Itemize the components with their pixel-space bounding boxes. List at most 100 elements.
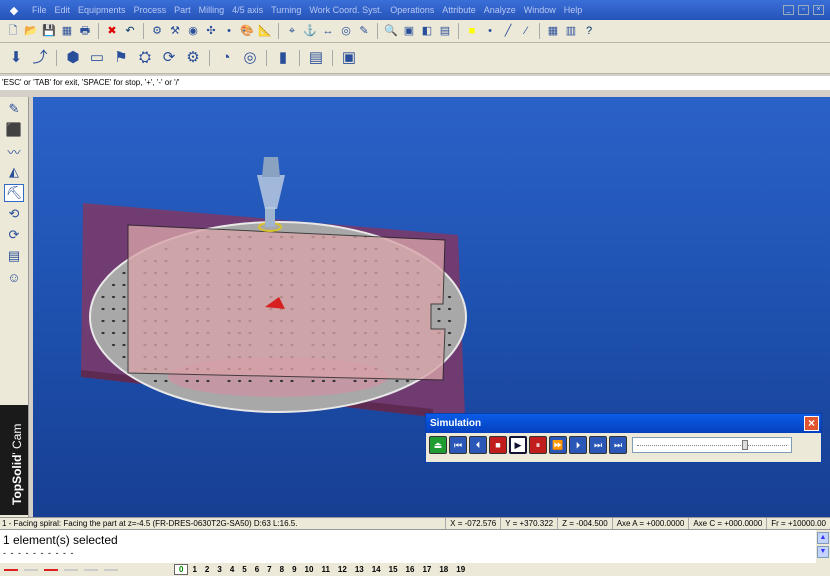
slider-thumb[interactable] bbox=[742, 440, 749, 450]
layer-14[interactable]: 14 bbox=[368, 565, 385, 574]
milling-icon[interactable]: ⛏ bbox=[4, 184, 24, 202]
machine-icon[interactable]: ⚒ bbox=[167, 23, 183, 39]
users-icon[interactable]: ☺ bbox=[4, 268, 24, 286]
hole-icon[interactable]: ◎ bbox=[338, 23, 354, 39]
drill-icon[interactable]: ⬇ bbox=[5, 47, 27, 69]
menu-item-attribute[interactable]: Attribute bbox=[438, 5, 480, 15]
path-icon[interactable]: ⤴ bbox=[29, 47, 51, 69]
nc-icon[interactable]: ▣ bbox=[338, 47, 360, 69]
undo-icon[interactable]: ↶ bbox=[122, 23, 138, 39]
menu-item-equipments[interactable]: Equipments bbox=[74, 5, 130, 15]
menu-item-window[interactable]: Window bbox=[520, 5, 560, 15]
menu-item-part[interactable]: Part bbox=[170, 5, 195, 15]
layer-8[interactable]: 8 bbox=[276, 565, 288, 574]
delete-icon[interactable]: ✖ bbox=[104, 23, 120, 39]
constraint-icon[interactable]: ⚓ bbox=[302, 23, 318, 39]
layer-7[interactable]: 7 bbox=[263, 565, 275, 574]
library-icon[interactable]: ▥ bbox=[563, 23, 579, 39]
menu-item-4-5-axis[interactable]: 4/5 axis bbox=[228, 5, 267, 15]
line-style-swatch[interactable] bbox=[4, 568, 18, 571]
go-start-button[interactable]: ⏮ bbox=[449, 436, 467, 454]
axis-icon[interactable]: ✣ bbox=[203, 23, 219, 39]
layer-15[interactable]: 15 bbox=[385, 565, 402, 574]
menu-item-operations[interactable]: Operations bbox=[386, 5, 438, 15]
close-icon[interactable]: × bbox=[804, 416, 819, 431]
cam-icon[interactable]: ◉ bbox=[185, 23, 201, 39]
hatch-icon[interactable]: ⁄ bbox=[518, 23, 534, 39]
calculator-icon[interactable]: ▦ bbox=[59, 23, 75, 39]
eject-button[interactable]: ⏏ bbox=[429, 436, 447, 454]
menu-item-file[interactable]: File bbox=[28, 5, 51, 15]
scroll-down-icon[interactable]: ▼ bbox=[817, 546, 829, 558]
print-icon[interactable]: 🖶 bbox=[77, 23, 93, 39]
layer-11[interactable]: 11 bbox=[317, 565, 333, 574]
menu-item-edit[interactable]: Edit bbox=[51, 5, 75, 15]
layer-2[interactable]: 2 bbox=[201, 565, 213, 574]
next-button[interactable]: ⏭ bbox=[589, 436, 607, 454]
menu-item-help[interactable]: Help bbox=[560, 5, 587, 15]
menu-item-turning[interactable]: Turning bbox=[267, 5, 305, 15]
color-icon[interactable]: 🎨 bbox=[239, 23, 255, 39]
dimension-icon[interactable]: ↔ bbox=[320, 23, 336, 39]
render-icon[interactable]: ◧ bbox=[419, 23, 435, 39]
line-style-swatch[interactable] bbox=[64, 568, 78, 571]
layer-4[interactable]: 4 bbox=[226, 565, 238, 574]
menu-item-work-coord-syst-[interactable]: Work Coord. Syst. bbox=[305, 5, 386, 15]
post-icon[interactable]: ▮ bbox=[272, 47, 294, 69]
report-icon[interactable]: ▤ bbox=[305, 47, 327, 69]
line-style-icon[interactable]: ╱ bbox=[500, 23, 516, 39]
save-icon[interactable]: 💾 bbox=[41, 23, 57, 39]
pause-button[interactable]: ⏸ bbox=[529, 436, 547, 454]
layer-10[interactable]: 10 bbox=[301, 565, 318, 574]
point-style-icon[interactable]: • bbox=[482, 23, 498, 39]
layer-19[interactable]: 19 bbox=[452, 565, 469, 574]
play-button[interactable]: ▶ bbox=[509, 436, 527, 454]
simulate-icon[interactable]: ◔ bbox=[215, 47, 237, 69]
sketch-icon[interactable]: ✎ bbox=[356, 23, 372, 39]
app-logo-icon[interactable]: ◆ bbox=[6, 3, 22, 17]
new-icon[interactable]: 🗋 bbox=[5, 23, 21, 39]
open-icon[interactable]: 📂 bbox=[23, 23, 39, 39]
target-icon[interactable]: ◎ bbox=[239, 47, 261, 69]
layer-16[interactable]: 16 bbox=[402, 565, 419, 574]
layer-9[interactable]: 9 bbox=[288, 565, 300, 574]
document-icon[interactable]: ▤ bbox=[4, 247, 24, 265]
scroll-up-icon[interactable]: ▲ bbox=[817, 532, 829, 544]
fast-forward-button[interactable]: ⏩ bbox=[549, 436, 567, 454]
point-icon[interactable]: • bbox=[221, 23, 237, 39]
stop-button[interactable]: ■ bbox=[489, 436, 507, 454]
property-icon[interactable]: ▦ bbox=[545, 23, 561, 39]
turning-icon[interactable]: ⟲ bbox=[4, 205, 24, 223]
measure-icon[interactable]: 📐 bbox=[257, 23, 273, 39]
simulation-slider[interactable] bbox=[632, 437, 792, 453]
line-style-swatch[interactable] bbox=[24, 568, 38, 571]
stock-icon[interactable]: ▭ bbox=[86, 47, 108, 69]
view-icon[interactable]: ▣ bbox=[401, 23, 417, 39]
menu-item-analyze[interactable]: Analyze bbox=[480, 5, 520, 15]
tooling-icon[interactable]: ⚙ bbox=[182, 47, 204, 69]
layer-3[interactable]: 3 bbox=[213, 565, 225, 574]
current-layer[interactable]: 0 bbox=[174, 564, 189, 575]
tool-holder-icon[interactable]: ⚑ bbox=[110, 47, 132, 69]
step-back-button[interactable]: ⏴ bbox=[469, 436, 487, 454]
part-icon[interactable]: ⬢ bbox=[62, 47, 84, 69]
yellow-color-swatch[interactable]: ■ bbox=[464, 23, 480, 39]
message-scrollbar[interactable]: ▲ ▼ bbox=[816, 530, 830, 563]
layer-5[interactable]: 5 bbox=[238, 565, 250, 574]
operation-icon[interactable]: ⟳ bbox=[158, 47, 180, 69]
operation-icon[interactable]: ⟳ bbox=[4, 226, 24, 244]
line-style-swatch[interactable] bbox=[44, 568, 58, 571]
close-icon[interactable]: × bbox=[813, 5, 824, 15]
go-end-button[interactable]: ⏭ bbox=[609, 436, 627, 454]
minimize-icon[interactable]: _ bbox=[783, 5, 794, 15]
layer-17[interactable]: 17 bbox=[418, 565, 435, 574]
menu-item-process[interactable]: Process bbox=[130, 5, 171, 15]
menu-item-milling[interactable]: Milling bbox=[195, 5, 229, 15]
cube-icon[interactable]: ⬛ bbox=[4, 121, 24, 139]
surface-icon[interactable]: ◭ bbox=[4, 163, 24, 181]
zoom-icon[interactable]: 🔍 bbox=[383, 23, 399, 39]
tool-icon[interactable]: ⚙ bbox=[149, 23, 165, 39]
step-forward-button[interactable]: ⏵ bbox=[569, 436, 587, 454]
display-icon[interactable]: ▤ bbox=[437, 23, 453, 39]
pencil-icon[interactable]: ✎ bbox=[4, 100, 24, 118]
